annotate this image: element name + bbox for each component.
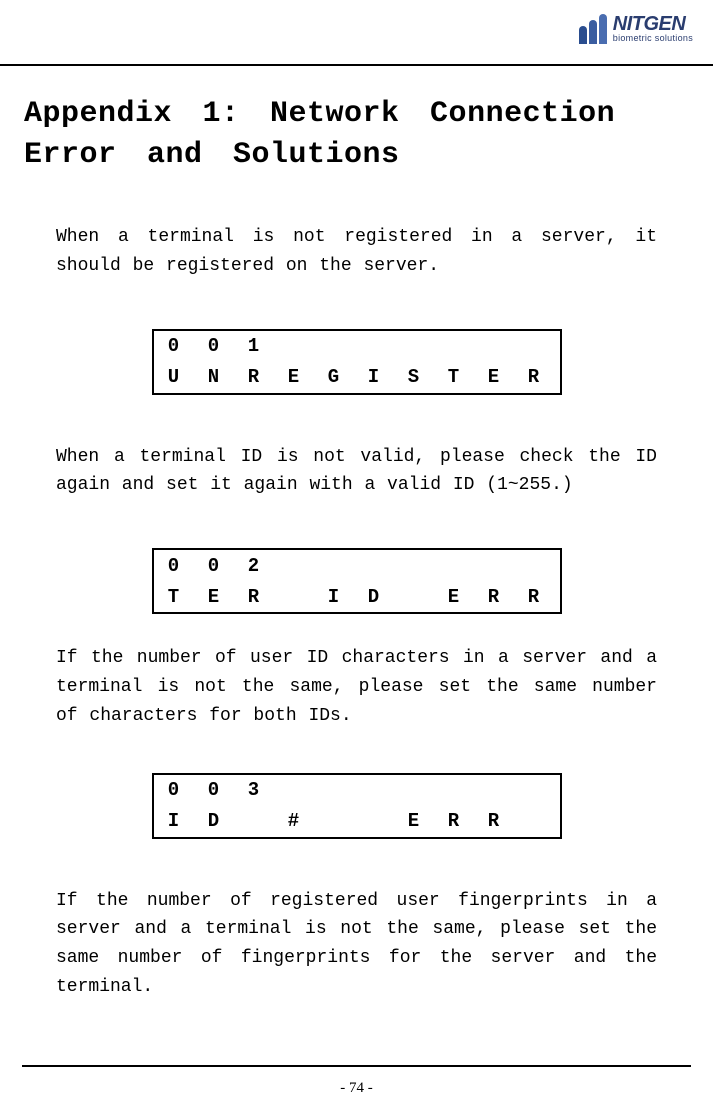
- display-cell: 0: [194, 775, 234, 806]
- display-cell: 0: [154, 331, 194, 362]
- page-number: - 74 -: [0, 1080, 713, 1097]
- display-cell: [234, 806, 274, 837]
- paragraph-2: When a terminal ID is not valid, please …: [56, 443, 657, 501]
- display-cell: 0: [154, 775, 194, 806]
- paragraph-1: When a terminal is not registered in a s…: [56, 223, 657, 281]
- display-cell: [274, 550, 314, 581]
- display-cell: [514, 331, 554, 362]
- display-cell: [434, 331, 474, 362]
- display-cell: [394, 550, 434, 581]
- display-cell: [274, 581, 314, 612]
- error-display-003: 0 0 3 I D # E R R: [152, 773, 562, 839]
- display-cell: [394, 581, 434, 612]
- display-cell: [274, 775, 314, 806]
- page-header: NITGEN biometric solutions: [0, 0, 713, 66]
- display-cell: E: [474, 362, 514, 393]
- display-cell: I: [314, 581, 354, 612]
- display-cell: 0: [154, 550, 194, 581]
- display-cell: I: [354, 362, 394, 393]
- display-cell: U: [154, 362, 194, 393]
- display-cell: R: [434, 806, 474, 837]
- display-cell: 1: [234, 331, 274, 362]
- display-cell: #: [274, 806, 314, 837]
- display-cell: [514, 550, 554, 581]
- display-cell: [314, 775, 354, 806]
- display-cell: R: [514, 362, 554, 393]
- display-cell: [314, 550, 354, 581]
- display-cell: I: [154, 806, 194, 837]
- display-cell: [474, 550, 514, 581]
- display-cell: E: [274, 362, 314, 393]
- display-cell: S: [394, 362, 434, 393]
- display-cell: 0: [194, 331, 234, 362]
- display-cell: D: [194, 806, 234, 837]
- display-cell: R: [474, 806, 514, 837]
- display-cell: [514, 806, 554, 837]
- display-cell: R: [514, 581, 554, 612]
- footer-rule: [22, 1065, 691, 1067]
- display-cell: [514, 775, 554, 806]
- display-cell: [274, 331, 314, 362]
- display-cell: [314, 331, 354, 362]
- display-cell: [354, 806, 394, 837]
- display-cell: [354, 331, 394, 362]
- page-title: Appendix 1: Network Connection Error and…: [24, 94, 689, 175]
- logo-name: NITGEN: [613, 14, 693, 34]
- display-cell: T: [154, 581, 194, 612]
- display-cell: R: [234, 581, 274, 612]
- logo-text: NITGEN biometric solutions: [613, 14, 693, 43]
- logo-icon: [579, 12, 607, 44]
- display-cell: [434, 775, 474, 806]
- display-cell: E: [434, 581, 474, 612]
- paragraph-3: If the number of user ID characters in a…: [56, 644, 657, 730]
- display-cell: [314, 806, 354, 837]
- display-cell: R: [234, 362, 274, 393]
- display-cell: E: [394, 806, 434, 837]
- page-content: Appendix 1: Network Connection Error and…: [0, 66, 713, 1002]
- display-cell: [394, 331, 434, 362]
- display-cell: [474, 331, 514, 362]
- display-cell: E: [194, 581, 234, 612]
- display-cell: G: [314, 362, 354, 393]
- error-display-002: 0 0 2 T E R I D E R R: [152, 548, 562, 614]
- display-cell: 3: [234, 775, 274, 806]
- display-cell: [394, 775, 434, 806]
- display-cell: T: [434, 362, 474, 393]
- logo-tagline: biometric solutions: [613, 34, 693, 43]
- brand-logo: NITGEN biometric solutions: [579, 12, 693, 44]
- display-cell: [354, 775, 394, 806]
- error-display-001: 0 0 1 U N R E G I S T E R: [152, 329, 562, 395]
- display-cell: N: [194, 362, 234, 393]
- display-cell: 0: [194, 550, 234, 581]
- display-cell: [434, 550, 474, 581]
- display-cell: [354, 550, 394, 581]
- paragraph-4: If the number of registered user fingerp…: [56, 887, 657, 1002]
- display-cell: D: [354, 581, 394, 612]
- display-cell: R: [474, 581, 514, 612]
- display-cell: [474, 775, 514, 806]
- display-cell: 2: [234, 550, 274, 581]
